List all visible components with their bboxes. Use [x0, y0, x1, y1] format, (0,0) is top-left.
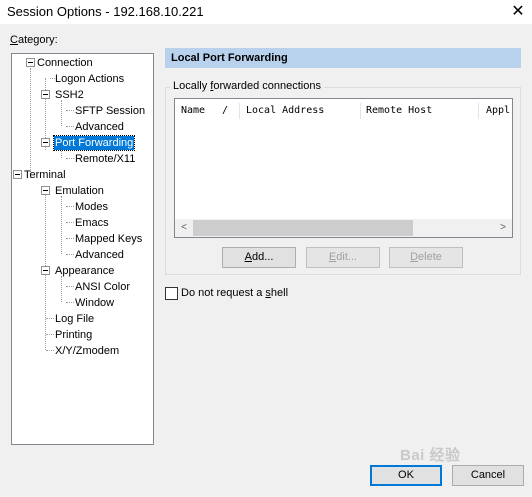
tree-connector — [66, 158, 74, 159]
tree-item-remote-x11[interactable]: Remote/X11 — [74, 152, 136, 166]
tree-connector — [61, 196, 62, 254]
tree-item-ansi-color[interactable]: ANSI Color — [74, 280, 131, 294]
tree-item-log-file[interactable]: Log File — [54, 312, 95, 326]
collapse-icon[interactable] — [41, 266, 50, 275]
column-header-application[interactable]: Appl — [486, 105, 510, 116]
connections-list[interactable]: Name / Local Address Remote Host Appl — [174, 98, 513, 238]
tree-item-sftp-session[interactable]: SFTP Session — [74, 104, 146, 118]
tree-connector — [46, 318, 54, 319]
column-header-name[interactable]: Name — [181, 105, 205, 116]
no-shell-checkbox-label[interactable]: Do not request a shell — [181, 287, 288, 299]
collapse-icon[interactable] — [26, 58, 35, 67]
column-header-local-address[interactable]: Local Address — [246, 105, 324, 116]
tree-item-ssh2[interactable]: SSH2 — [54, 88, 85, 102]
tree-connector — [66, 286, 74, 287]
panel-title: Local Port Forwarding — [171, 52, 288, 64]
collapse-icon[interactable] — [13, 170, 22, 179]
tree-item-logon-actions[interactable]: Logon Actions — [54, 72, 125, 86]
watermark: Bai 经验 — [400, 447, 461, 464]
tree-item-printing[interactable]: Printing — [54, 328, 93, 342]
group-label: Locally forwarded connections — [170, 80, 324, 92]
tree-item-mapped-keys[interactable]: Mapped Keys — [74, 232, 143, 246]
column-divider[interactable] — [478, 103, 479, 119]
tree-connector — [66, 222, 74, 223]
scroll-thumb[interactable] — [193, 220, 413, 236]
collapse-icon[interactable] — [41, 90, 50, 99]
tree-connector — [61, 100, 62, 126]
tree-item-emulation[interactable]: Emulation — [54, 184, 105, 198]
edit-button[interactable]: Edit... — [306, 247, 380, 268]
add-button[interactable]: Add... — [222, 247, 296, 268]
collapse-icon[interactable] — [41, 186, 50, 195]
tree-connector — [46, 334, 54, 335]
tree-connector — [66, 206, 74, 207]
close-icon[interactable]: ✕ — [504, 1, 532, 23]
ok-button[interactable]: OK — [370, 465, 442, 486]
window-title: Session Options - 192.168.10.221 — [7, 4, 204, 19]
delete-button[interactable]: Delete — [389, 247, 463, 268]
tree-connector — [61, 276, 62, 302]
tree-item-appearance[interactable]: Appearance — [54, 264, 115, 278]
column-header-remote-host[interactable]: Remote Host — [366, 105, 432, 116]
tree-item-terminal[interactable]: Terminal — [23, 168, 67, 182]
column-header-sort[interactable]: / — [222, 105, 228, 116]
tree-connector — [66, 238, 74, 239]
tree-item-port-forwarding[interactable]: Port Forwarding — [52, 135, 136, 151]
no-shell-checkbox[interactable] — [165, 287, 178, 300]
tree-item-advanced[interactable]: Advanced — [74, 248, 125, 262]
tree-connector — [66, 302, 74, 303]
collapse-icon[interactable] — [41, 138, 50, 147]
tree-item-modes[interactable]: Modes — [74, 200, 109, 214]
tree-item-emacs[interactable]: Emacs — [74, 216, 110, 230]
tree-item-advanced[interactable]: Advanced — [74, 120, 125, 134]
scroll-left-icon[interactable]: < — [176, 220, 192, 236]
cancel-button[interactable]: Cancel — [452, 465, 524, 486]
tree-item-xyzmodem[interactable]: X/Y/Zmodem — [54, 344, 120, 358]
category-label: Category: — [10, 34, 58, 46]
scroll-right-icon[interactable]: > — [495, 220, 511, 236]
tree-item-window[interactable]: Window — [74, 296, 115, 310]
tree-connector — [46, 350, 54, 351]
category-tree[interactable]: Connection Logon Actions SSH2 SFTP Sessi… — [11, 53, 154, 445]
tree-connector — [30, 68, 31, 178]
column-divider[interactable] — [239, 103, 240, 119]
tree-item-connection[interactable]: Connection — [36, 56, 94, 70]
tree-connector — [66, 254, 74, 255]
tree-connector — [66, 110, 74, 111]
tree-connector — [66, 126, 74, 127]
column-divider[interactable] — [360, 103, 361, 119]
